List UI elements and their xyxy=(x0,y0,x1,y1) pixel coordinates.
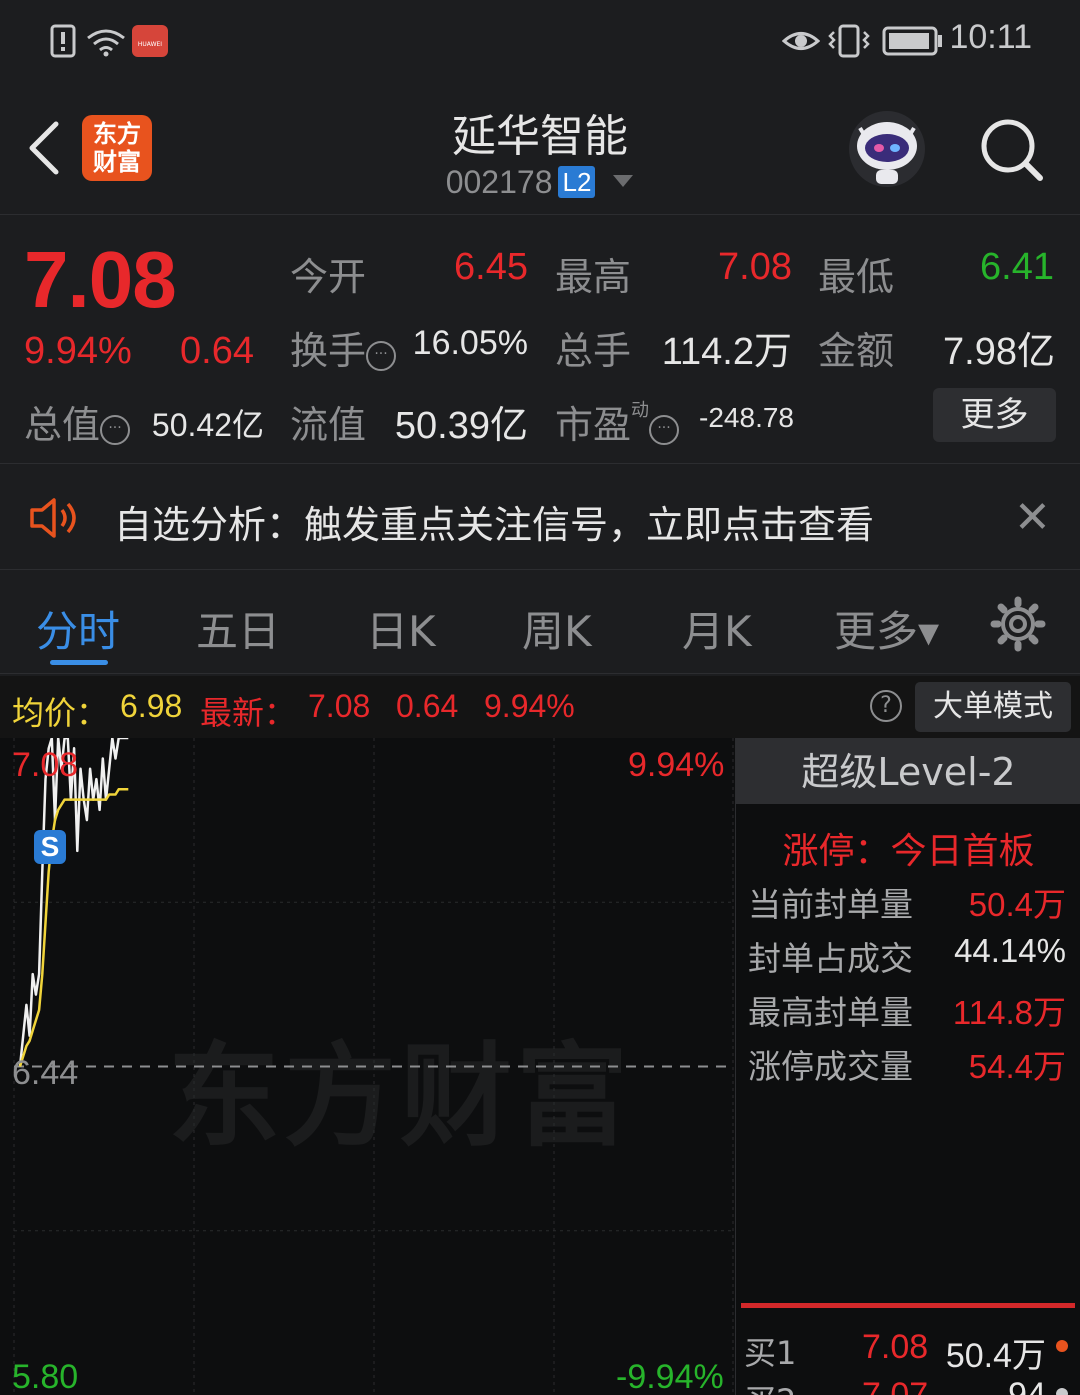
order-book-volume: 94 xyxy=(1008,1376,1046,1395)
row-value: 44.14% xyxy=(954,932,1066,969)
help-icon[interactable]: ? xyxy=(870,690,902,722)
mktcap-label-text: 总值 xyxy=(24,403,101,447)
open-label: 今开 xyxy=(290,255,367,299)
level2-title[interactable]: 超级Level-2 xyxy=(736,738,1080,804)
eye-icon xyxy=(782,32,820,50)
battery-icon xyxy=(882,26,942,56)
sim-alert-icon xyxy=(50,24,76,58)
low-label: 最低 xyxy=(818,255,895,299)
order-book-volume: 50.4万 xyxy=(945,1337,1046,1375)
tab-active-indicator xyxy=(50,660,108,665)
tab-daily-k[interactable]: 日K xyxy=(366,598,436,659)
dropdown-triangle-icon xyxy=(613,175,634,187)
row-label: 涨停成交量 xyxy=(748,1047,913,1086)
stock-header: 东方 财富 延华智能 002178 L2 xyxy=(0,80,1080,215)
turnover-label: 换手 ··· xyxy=(290,320,397,375)
amount-value: 7.98亿 xyxy=(943,331,1055,373)
pe-sup: 动 xyxy=(631,400,650,421)
row-label: 当前封单量 xyxy=(748,885,913,924)
info-dots-icon[interactable]: ··· xyxy=(649,415,680,445)
order-dot-icon xyxy=(1056,1340,1068,1352)
intraday-chart[interactable]: 东方财富 7.08 6.44 5.80 9.94% -9.94% S xyxy=(0,738,735,1395)
notice-text: 自选分析：触发重点关注信号，立即点击查看 xyxy=(114,503,875,547)
y-bottom-label: 5.80 xyxy=(12,1358,79,1395)
tab-weekly-k[interactable]: 周K xyxy=(522,598,592,659)
open-value: 6.45 xyxy=(454,246,528,288)
low-value: 6.41 xyxy=(980,246,1054,288)
level2-panel: 超级Level-2 涨停：今日首板 当前封单量 50.4万 封单占成交 44.1… xyxy=(735,738,1080,1395)
info-dots-icon[interactable]: ··· xyxy=(100,415,131,445)
turnover-value: 16.05% xyxy=(412,324,528,362)
speaker-icon xyxy=(30,498,76,538)
turnover-label-text: 换手 xyxy=(290,329,367,373)
order-book-price: 7.07 xyxy=(862,1376,929,1395)
limit-status: 涨停：今日首板 xyxy=(782,831,1035,872)
big-order-mode-button[interactable]: 大单模式 xyxy=(915,682,1071,732)
tab-monthly-k[interactable]: 月K xyxy=(682,598,752,659)
notice-banner[interactable]: 自选分析：触发重点关注信号，立即点击查看 ✕ xyxy=(0,466,1080,570)
latest-pct: 9.94% xyxy=(484,688,575,724)
pe-value: -248.78 xyxy=(699,402,794,433)
pe-label: 市盈动··· xyxy=(555,394,680,449)
wifi-icon xyxy=(87,29,125,57)
chart-canvas xyxy=(13,738,734,1395)
l2-badge: L2 xyxy=(558,166,596,198)
float-value: 50.39亿 xyxy=(394,405,528,447)
latest-value: 7.08 xyxy=(308,688,371,724)
volume-label: 总手 xyxy=(555,329,632,373)
avg-label: 均价： xyxy=(12,695,109,731)
order-book-price: 7.08 xyxy=(862,1328,929,1366)
current-price: 7.08 xyxy=(24,235,177,324)
y-mid-label: 6.44 xyxy=(12,1054,79,1092)
row-value: 50.4万 xyxy=(968,886,1066,923)
latest-label: 最新： xyxy=(200,695,297,731)
float-label: 流值 xyxy=(290,403,367,447)
status-bar: HUAWEI 10:11 xyxy=(0,0,1080,80)
mktcap-value: 50.42亿 xyxy=(151,407,264,443)
vibrate-icon xyxy=(828,24,870,58)
huawei-app-icon: HUAWEI xyxy=(132,25,168,57)
tab-more[interactable]: 更多▾ xyxy=(834,598,939,659)
tab-intraday[interactable]: 分时 xyxy=(36,598,120,659)
y-top-label: 7.08 xyxy=(12,746,79,784)
clock: 10:11 xyxy=(949,18,1032,56)
info-dots-icon[interactable]: ··· xyxy=(366,341,397,371)
high-value: 7.08 xyxy=(718,246,792,288)
pe-label-text: 市盈 xyxy=(555,403,632,447)
row-label: 最高封单量 xyxy=(748,993,913,1032)
latest-change: 0.64 xyxy=(396,688,459,724)
signal-s-badge[interactable]: S xyxy=(34,830,66,864)
pct-bottom-label: -9.94% xyxy=(616,1358,724,1395)
more-button[interactable]: 更多 xyxy=(933,388,1056,442)
chart-info-line: 均价： 6.98 最新： 7.08 0.64 9.94% ? 大单模式 xyxy=(0,676,1080,738)
mktcap-label: 总值 ··· xyxy=(24,394,131,449)
tab-five-day[interactable]: 五日 xyxy=(196,598,280,659)
gear-icon[interactable] xyxy=(990,596,1046,652)
close-icon[interactable]: ✕ xyxy=(1014,492,1051,543)
period-tabs: 分时 五日 日K 周K 月K 更多▾ xyxy=(0,572,1080,674)
row-value: 54.4万 xyxy=(968,1048,1066,1085)
order-book-divider xyxy=(741,1303,1075,1308)
row-value: 114.8万 xyxy=(952,994,1066,1031)
volume-value: 114.2万 xyxy=(661,331,792,373)
order-book-label: 买1 xyxy=(744,1334,797,1372)
quote-panel: 7.08 9.94% 0.64 今开 6.45 最高 7.08 最低 6.41 … xyxy=(0,216,1080,464)
row-label: 封单占成交 xyxy=(748,939,913,978)
change-percent: 9.94% xyxy=(24,330,132,372)
pct-top-label: 9.94% xyxy=(628,746,725,784)
order-dot-icon xyxy=(1056,1388,1068,1395)
avg-value: 6.98 xyxy=(120,688,183,724)
high-label: 最高 xyxy=(555,255,632,299)
amount-label: 金额 xyxy=(818,329,895,373)
search-icon[interactable] xyxy=(978,116,1046,184)
stock-code: 002178 xyxy=(445,164,553,200)
change-amount: 0.64 xyxy=(180,330,254,372)
robot-assistant-icon[interactable] xyxy=(846,108,928,190)
order-book-label: 买2 xyxy=(744,1376,796,1395)
